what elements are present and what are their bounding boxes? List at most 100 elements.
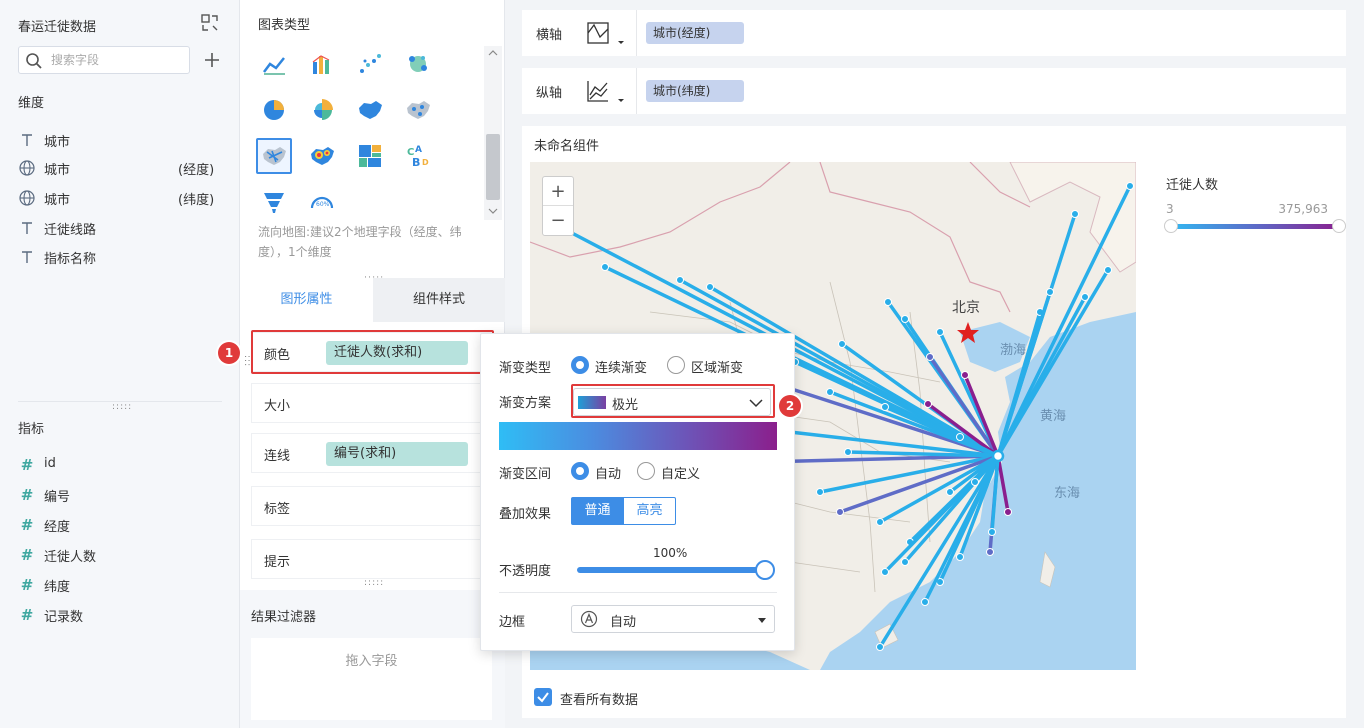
flow-map-icon[interactable]	[256, 138, 292, 174]
prop-size[interactable]: 大小	[251, 383, 492, 423]
zoom-out-button[interactable]: −	[543, 206, 573, 235]
radio-region[interactable]	[667, 356, 685, 374]
flow-endpoint[interactable]	[706, 283, 714, 291]
dimension-field[interactable]: 城市 (纬度)	[18, 187, 223, 209]
flow-endpoint[interactable]	[838, 340, 846, 348]
prop-tooltip[interactable]: 提示	[251, 539, 492, 579]
flow-endpoint[interactable]	[1126, 182, 1134, 190]
radio-auto[interactable]	[571, 462, 589, 480]
overlay-normal-button[interactable]: 普通	[571, 497, 624, 525]
latitude-axis-icon[interactable]	[586, 77, 636, 107]
flow-endpoint[interactable]	[601, 263, 609, 271]
flow-endpoint[interactable]	[884, 298, 892, 306]
pie-chart-icon[interactable]	[256, 92, 292, 128]
prop-line[interactable]: 连线 编号(求和)	[251, 433, 492, 473]
flow-endpoint[interactable]	[1004, 508, 1012, 516]
overlay-highlight-button[interactable]: 高亮	[623, 497, 676, 525]
x-axis-field-pill[interactable]: 城市(经度)	[646, 22, 744, 44]
dimension-field[interactable]: 指标名称	[18, 246, 223, 268]
flow-hub-point[interactable]	[991, 449, 1005, 463]
flow-endpoint[interactable]	[988, 528, 996, 536]
radio-custom-label[interactable]: 自定义	[661, 463, 700, 482]
measure-field[interactable]: # id	[18, 454, 223, 476]
resize-handle[interactable]: :::::	[112, 402, 132, 412]
flow-endpoint[interactable]	[961, 371, 969, 379]
show-all-checkbox[interactable]	[534, 688, 552, 706]
radio-region-label[interactable]: 区域渐变	[691, 357, 743, 376]
region-map-icon[interactable]	[352, 92, 388, 128]
flow-endpoint[interactable]	[676, 276, 684, 284]
resize-handle[interactable]: :::::	[364, 578, 384, 588]
line-field-pill[interactable]: 编号(求和)	[326, 442, 468, 466]
point-map-icon[interactable]	[400, 92, 436, 128]
radio-continuous-label[interactable]: 连续渐变	[595, 357, 647, 376]
legend-min-handle[interactable]	[1164, 219, 1178, 233]
add-field-icon[interactable]	[202, 50, 222, 70]
dimension-field[interactable]: 城市	[18, 129, 223, 151]
scroll-down-icon[interactable]	[484, 204, 502, 218]
flow-endpoint[interactable]	[881, 568, 889, 576]
prop-label-setting[interactable]: 标签	[251, 486, 492, 526]
funnel-chart-icon[interactable]	[256, 184, 292, 220]
flow-endpoint[interactable]	[816, 488, 824, 496]
flow-endpoint[interactable]	[936, 328, 944, 336]
scrollbar-thumb[interactable]	[486, 134, 500, 200]
tab-graphic-properties[interactable]: 图形属性	[240, 278, 373, 322]
longitude-axis-icon[interactable]	[586, 19, 636, 49]
flow-endpoint[interactable]	[1046, 288, 1054, 296]
scroll-up-icon[interactable]	[484, 46, 502, 60]
prop-label: 连线	[264, 449, 291, 464]
heat-map-icon[interactable]	[304, 138, 340, 174]
flow-endpoint[interactable]	[826, 388, 834, 396]
flow-endpoint[interactable]	[986, 548, 994, 556]
tab-component-style[interactable]: 组件样式	[373, 278, 505, 322]
flow-endpoint[interactable]	[876, 643, 884, 651]
border-select[interactable]: 自动	[571, 605, 775, 633]
number-field-icon: #	[20, 486, 34, 504]
flow-endpoint[interactable]	[881, 403, 889, 411]
measure-field[interactable]: # 记录数	[18, 604, 223, 626]
dimension-field[interactable]: 迁徙线路	[18, 217, 223, 239]
scatter-chart-icon[interactable]	[352, 46, 388, 82]
zoom-in-button[interactable]: +	[543, 177, 573, 206]
legend-max-handle[interactable]	[1332, 219, 1346, 233]
radio-continuous[interactable]	[571, 356, 589, 374]
field-search-input[interactable]	[51, 51, 183, 69]
rose-chart-icon[interactable]	[304, 92, 340, 128]
flow-endpoint[interactable]	[844, 448, 852, 456]
flow-endpoint[interactable]	[876, 518, 884, 526]
flow-endpoint[interactable]	[924, 400, 932, 408]
flow-endpoint[interactable]	[1104, 266, 1112, 274]
word-cloud-icon[interactable]: CABD	[400, 138, 436, 174]
measure-field[interactable]: # 编号	[18, 484, 223, 506]
measure-field[interactable]: # 迁徙人数	[18, 544, 223, 566]
flow-endpoint[interactable]	[926, 353, 934, 361]
flow-endpoint[interactable]	[946, 488, 954, 496]
measure-field[interactable]: # 纬度	[18, 574, 223, 596]
flow-endpoint[interactable]	[1071, 210, 1079, 218]
flow-endpoint[interactable]	[956, 553, 964, 561]
opacity-slider-handle[interactable]	[755, 560, 775, 580]
flow-endpoint[interactable]	[836, 508, 844, 516]
treemap-icon[interactable]	[352, 138, 388, 174]
filter-drop-zone[interactable]: 拖入字段	[251, 638, 492, 720]
gauge-chart-icon[interactable]: 60%	[304, 184, 340, 220]
bubble-chart-icon[interactable]	[400, 46, 436, 82]
y-axis-field-pill[interactable]: 城市(纬度)	[646, 80, 744, 102]
radio-custom[interactable]	[637, 462, 655, 480]
flow-endpoint[interactable]	[901, 315, 909, 323]
number-field-icon: #	[20, 456, 34, 474]
radio-auto-label[interactable]: 自动	[595, 463, 621, 482]
bar-chart-icon[interactable]	[304, 46, 340, 82]
flow-endpoint[interactable]	[901, 558, 909, 566]
flow-endpoint[interactable]	[971, 478, 979, 486]
flow-endpoint[interactable]	[1081, 293, 1089, 301]
field-search-box[interactable]	[18, 46, 190, 74]
dimension-field[interactable]: 城市 (经度)	[18, 157, 223, 179]
switch-dataset-icon[interactable]	[200, 13, 220, 33]
opacity-slider-track[interactable]	[577, 567, 767, 573]
flow-endpoint[interactable]	[956, 433, 964, 441]
line-chart-icon[interactable]	[256, 46, 292, 82]
measure-field[interactable]: # 经度	[18, 514, 223, 536]
flow-endpoint[interactable]	[921, 598, 929, 606]
